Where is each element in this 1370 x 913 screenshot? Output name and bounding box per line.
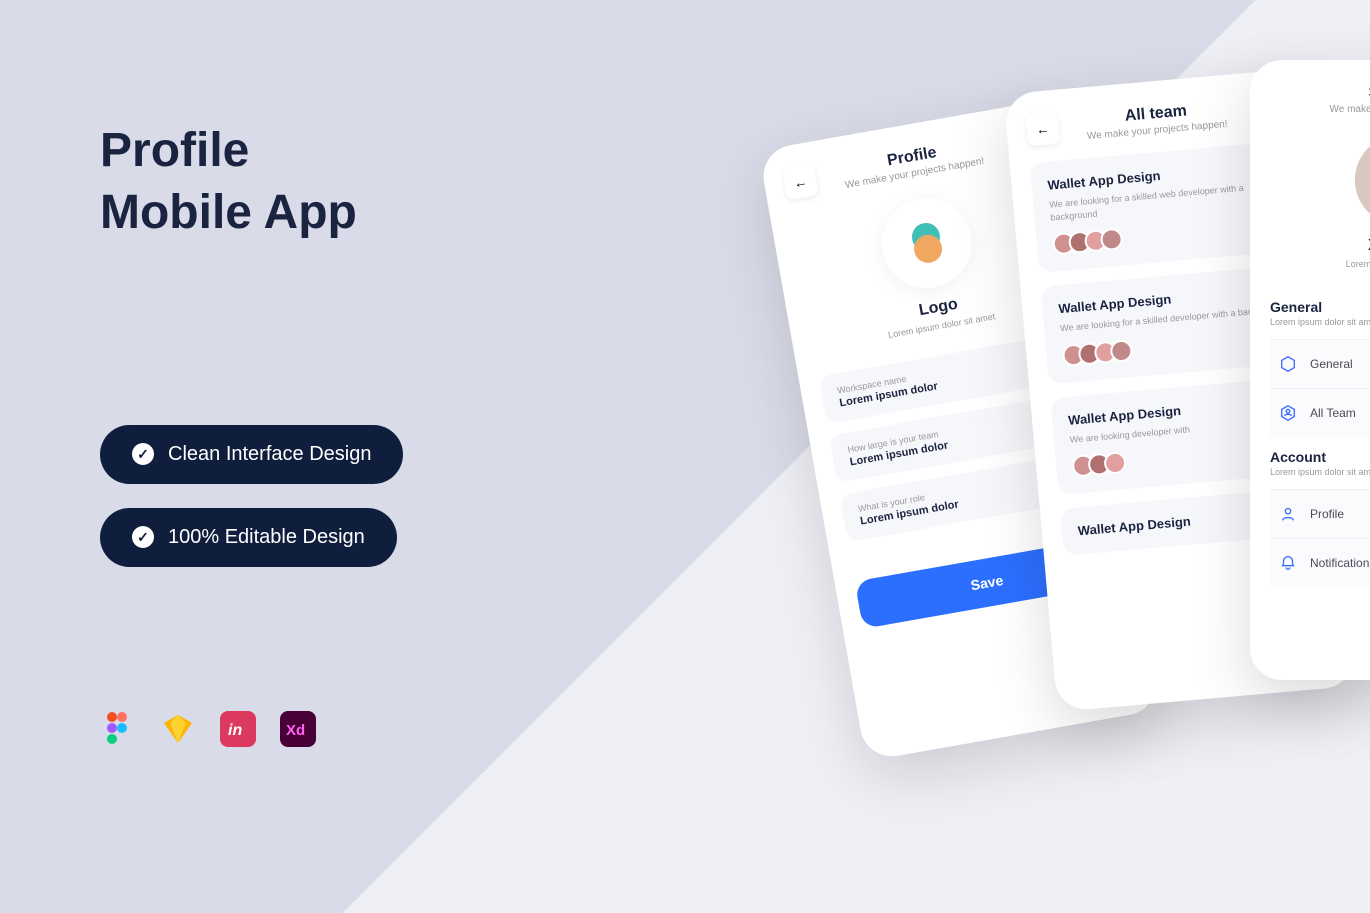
settings-item-all-team[interactable]: All Team [1270, 388, 1370, 437]
back-button[interactable]: ← [782, 163, 819, 200]
logo-avatar[interactable] [875, 191, 979, 295]
settings-item-profile[interactable]: Profile [1270, 489, 1370, 538]
user-hexagon-icon [1278, 403, 1298, 423]
title-line-2: Mobile App [100, 182, 403, 244]
title-line-1: Profile [100, 120, 403, 182]
settings-subtitle: We make your projects happen! [1270, 104, 1370, 115]
user-icon [1278, 504, 1298, 524]
feature-pill-1: ✓ Clean Interface Design [100, 425, 403, 484]
item-label: All Team [1310, 406, 1356, 420]
svg-text:in: in [228, 722, 242, 739]
sketch-icon [160, 711, 196, 747]
promo-title: Profile Mobile App [100, 120, 403, 245]
settings-item-notification[interactable]: Notification [1270, 538, 1370, 587]
feature-pill-2: ✓ 100% Editable Design [100, 508, 397, 567]
invision-icon: in [220, 711, 256, 747]
back-button[interactable]: ← [1025, 112, 1060, 147]
user-sub: Lorem ipsum dolor sit amet [1270, 259, 1370, 269]
account-section-sub: Lorem ipsum dolor sit amet [1270, 467, 1370, 477]
item-label: General [1310, 357, 1353, 371]
general-section-sub: Lorem ipsum dolor sit amet [1270, 317, 1370, 327]
user-name: Xinnthin [1270, 237, 1370, 255]
promo-panel: Profile Mobile App ✓ Clean Interface Des… [100, 120, 403, 747]
hexagon-icon [1278, 354, 1298, 374]
check-icon: ✓ [132, 526, 154, 548]
bell-icon [1278, 553, 1298, 573]
pill-1-text: Clean Interface Design [168, 443, 371, 466]
settings-item-general[interactable]: General [1270, 339, 1370, 388]
general-section-title: General [1270, 299, 1370, 315]
item-label: Notification [1310, 556, 1369, 570]
user-avatar[interactable] [1355, 135, 1370, 225]
pill-2-text: 100% Editable Design [168, 526, 365, 549]
item-label: Profile [1310, 507, 1344, 521]
svg-text:Xd: Xd [286, 722, 305, 739]
settings-title: Settings [1270, 84, 1370, 102]
account-section-title: Account [1270, 449, 1370, 465]
figma-icon [100, 711, 136, 747]
phone-settings: Settings We make your projects happen! X… [1250, 60, 1370, 680]
check-icon: ✓ [132, 443, 154, 465]
xd-icon: Xd [280, 711, 316, 747]
tool-icons-row: in Xd [100, 711, 403, 747]
